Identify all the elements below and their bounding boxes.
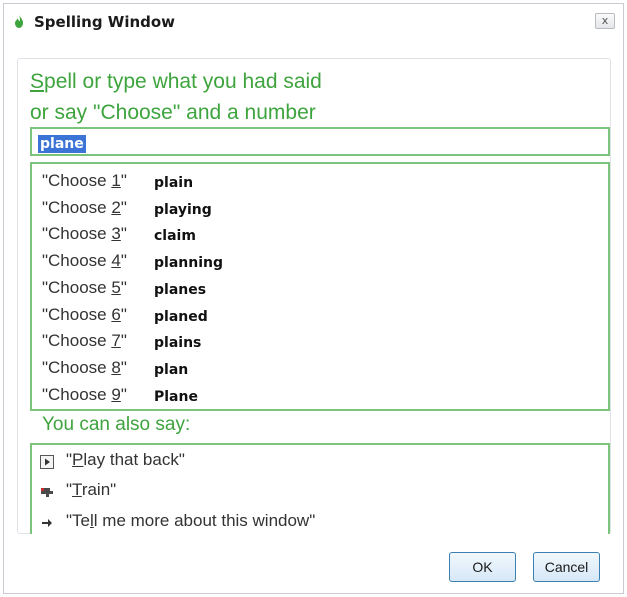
arrow-right-icon <box>40 515 54 529</box>
choice-word: claim <box>154 228 196 245</box>
choice-number: 9 <box>111 384 121 404</box>
speech-recognition-icon <box>15 15 23 28</box>
choice-command: "Choose 3" <box>42 224 127 244</box>
choice-word: plains <box>154 335 202 352</box>
choice-command: "Choose 8" <box>42 357 127 377</box>
alternates-list: "Choose 1" plain "Choose 2" playing "Choose … <box>30 162 610 411</box>
close-button[interactable]: x <box>595 13 615 29</box>
choice-word: planed <box>154 308 208 325</box>
choice-command: "Choose 1" <box>42 171 127 190</box>
choice-number: 2 <box>111 197 121 217</box>
choice-word: Plane <box>154 388 198 405</box>
choice-number: 5 <box>111 277 121 297</box>
command-text: "Play that back" <box>66 450 185 469</box>
spell-input[interactable]: plane <box>30 127 610 156</box>
choice-word: planning <box>154 255 223 272</box>
choice-word: plain <box>154 175 194 191</box>
choice-command: "Choose 6" <box>42 304 127 324</box>
choice-number: 8 <box>111 357 121 377</box>
choice-number: 6 <box>111 304 121 324</box>
window-title: Spelling Window <box>34 13 176 31</box>
play-icon <box>40 454 54 469</box>
commands-list: "Play that back" "Train" "Tell me more abo… <box>30 443 610 534</box>
instruction-text: Spell or type what you had said or say "… <box>30 66 322 128</box>
also-say-heading: You can also say: <box>42 414 191 435</box>
train-icon <box>40 484 54 498</box>
choice-number: 7 <box>111 331 121 351</box>
choice-number: 3 <box>111 224 121 244</box>
choice-word: plan <box>154 361 189 378</box>
choice-command: "Choose 5" <box>42 277 127 297</box>
choice-word: planes <box>154 281 207 298</box>
access-key-s: S <box>30 70 45 93</box>
choice-number: 1 <box>111 171 121 190</box>
choice-word: playing <box>154 201 212 218</box>
cancel-button[interactable]: Cancel <box>533 552 600 582</box>
choice-number: 4 <box>111 251 121 271</box>
command-text: "Train" <box>66 480 117 499</box>
choice-command: "Choose 4" <box>42 251 127 271</box>
choice-command: "Choose 9" <box>42 384 127 404</box>
instruction-line-2: or say "Choose" and a number <box>30 101 316 124</box>
instruction-line-1: Spell or type what you had said <box>30 70 322 93</box>
spell-input-selected-text: plane <box>38 135 86 153</box>
choice-command: "Choose 2" <box>42 197 127 217</box>
command-text: "Tell me more about this window" <box>66 511 316 530</box>
title-bar: Spelling Window x <box>4 4 623 40</box>
ok-button[interactable]: OK <box>449 552 516 582</box>
choice-command: "Choose 7" <box>42 331 127 351</box>
